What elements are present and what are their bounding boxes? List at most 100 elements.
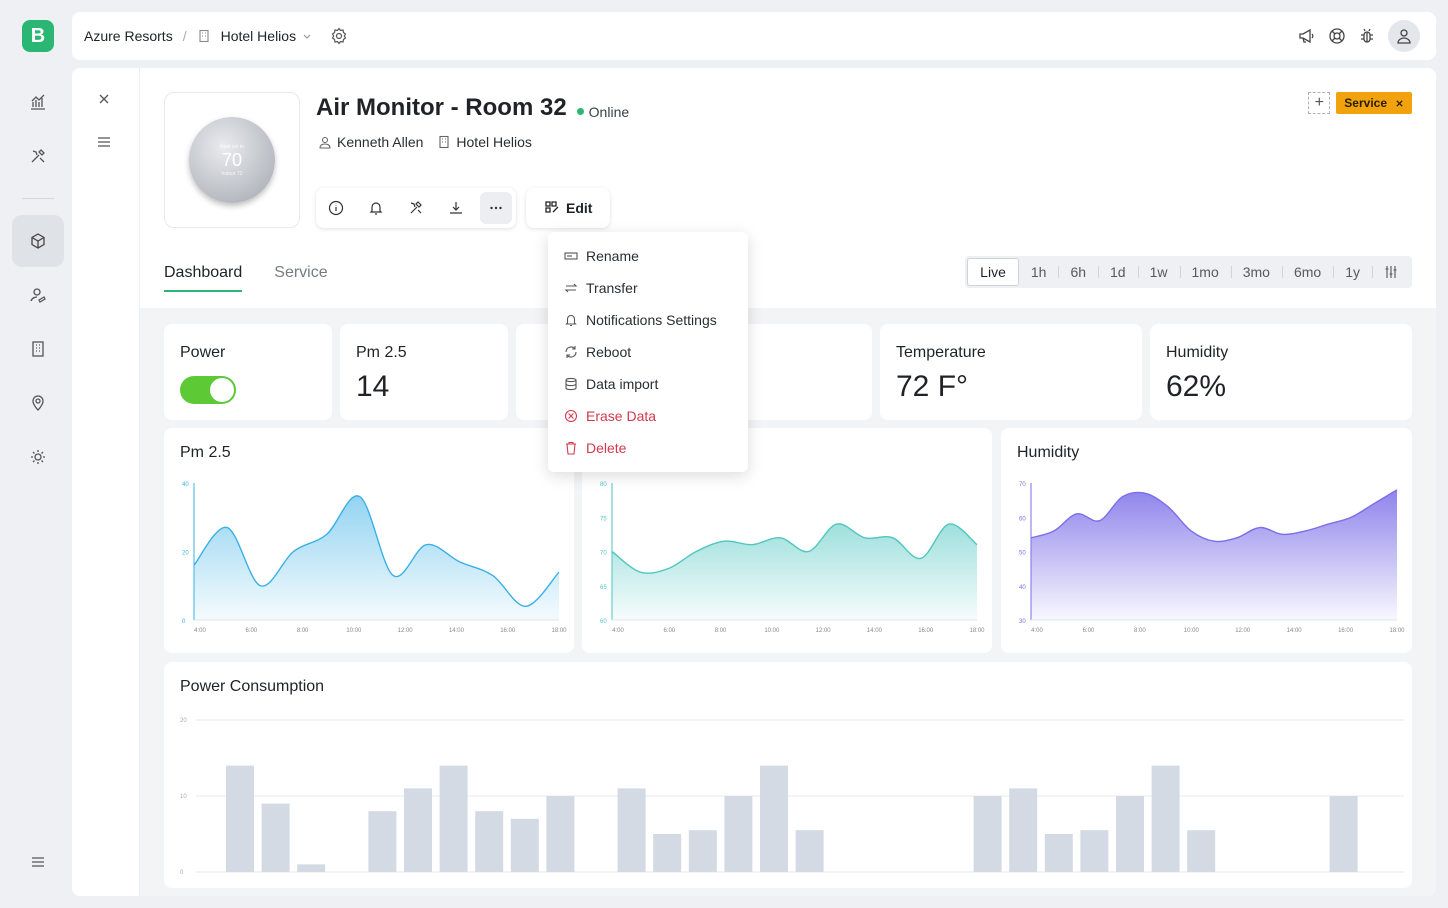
x-tick-label: 4:00 — [1031, 628, 1043, 634]
x-tick-label: 4:00 — [612, 628, 624, 634]
device-owner[interactable]: Kenneth Allen — [318, 134, 423, 150]
x-tick-label: 6:00 — [1083, 628, 1095, 634]
bar — [653, 834, 682, 872]
chevron-down-icon[interactable] — [302, 31, 312, 41]
y-tick-label: 20 — [182, 551, 189, 557]
y-tick-label: 80 — [600, 482, 607, 488]
menu-item-delete[interactable]: Delete — [548, 432, 748, 464]
y-tick-label: 65 — [600, 585, 607, 591]
pm-value: 14 — [356, 370, 390, 403]
area-fill — [612, 523, 977, 620]
range-live[interactable]: Live — [967, 258, 1019, 286]
y-tick-label: 0 — [180, 870, 184, 876]
area-chart-svg: 30 40 50 60 70 4:00 6:00 8:00 10:00 12:00 14:00 16:… — [1019, 482, 1405, 634]
tools-icon[interactable] — [400, 192, 432, 224]
main-panel: Heat set to 70 Indoor 72 Air Monitor - R… — [72, 68, 1436, 896]
bug-icon[interactable] — [1358, 27, 1376, 45]
help-icon[interactable] — [1328, 27, 1346, 45]
analytics-icon[interactable] — [12, 76, 64, 128]
breadcrumb-property[interactable]: Hotel Helios — [221, 28, 296, 44]
settings-sliders-icon[interactable] — [1372, 258, 1410, 286]
bar — [439, 765, 468, 872]
x-tick-label: 18:00 — [551, 628, 567, 634]
add-tag-button[interactable]: + — [1308, 92, 1331, 114]
power-card: Power — [164, 324, 332, 420]
tag-area: + Service — [1308, 92, 1412, 114]
menu-item-notifications[interactable]: Notifications Settings — [548, 304, 748, 336]
power-label: Power — [180, 344, 226, 361]
location-icon[interactable] — [12, 377, 64, 429]
database-icon — [565, 377, 577, 391]
bar — [1116, 796, 1144, 872]
device-location[interactable]: Hotel Helios — [437, 134, 532, 150]
range-1h[interactable]: 1h — [1019, 258, 1059, 286]
service-tag[interactable]: Service — [1336, 92, 1412, 114]
more-actions-menu: Rename Transfer Notifications Settings R… — [548, 232, 748, 472]
menu-item-erase-data[interactable]: Erase Data — [548, 400, 748, 432]
trash-icon — [566, 441, 576, 455]
pm-label: Pm 2.5 — [356, 344, 407, 361]
y-tick-label: 40 — [182, 482, 189, 488]
list-icon[interactable] — [97, 135, 111, 149]
device-title: Air Monitor - Room 32 — [316, 94, 567, 121]
range-6mo[interactable]: 6mo — [1281, 258, 1333, 286]
tab-dashboard[interactable]: Dashboard — [164, 264, 243, 292]
thermostat-image: Heat set to 70 Indoor 72 — [189, 117, 275, 203]
bar — [546, 796, 575, 872]
megaphone-icon[interactable] — [1298, 27, 1316, 45]
devices-icon[interactable] — [12, 215, 64, 267]
range-6h[interactable]: 6h — [1058, 258, 1098, 286]
menu-item-transfer[interactable]: Transfer — [548, 272, 748, 304]
bar — [973, 796, 1002, 872]
menu-item-rename[interactable]: Rename — [548, 240, 748, 272]
building-icon[interactable] — [12, 323, 64, 375]
x-tick-label: 10:00 — [1184, 628, 1200, 634]
x-tick-label: 18:00 — [969, 628, 985, 634]
close-icon[interactable] — [97, 92, 111, 106]
range-1y[interactable]: 1y — [1333, 258, 1372, 286]
y-tick-label: 20 — [180, 718, 187, 724]
menu-item-reboot[interactable]: Reboot — [548, 336, 748, 368]
range-3mo[interactable]: 3mo — [1230, 258, 1282, 286]
range-1w[interactable]: 1w — [1137, 258, 1180, 286]
top-bar: Azure Resorts / Hotel Helios — [72, 12, 1436, 60]
x-tick-label: 8:00 — [297, 628, 309, 634]
weather-icon[interactable] — [12, 431, 64, 483]
menu-item-data-import[interactable]: Data import — [548, 368, 748, 400]
download-icon[interactable] — [440, 192, 472, 224]
edit-button[interactable]: Edit — [526, 188, 611, 228]
tab-service[interactable]: Service — [274, 264, 327, 292]
y-tick-label: 50 — [1019, 551, 1026, 557]
breadcrumb: Azure Resorts / Hotel Helios — [84, 12, 348, 60]
tools-icon[interactable] — [12, 130, 64, 182]
app-logo[interactable]: B — [22, 20, 54, 52]
range-1d[interactable]: 1d — [1098, 258, 1138, 286]
info-icon[interactable] — [320, 192, 352, 224]
x-tick-label: 14:00 — [449, 628, 465, 634]
gear-icon[interactable] — [330, 27, 348, 45]
menu-icon[interactable] — [12, 836, 64, 888]
bar — [688, 830, 717, 872]
status-dot — [576, 108, 584, 115]
bar — [1187, 830, 1216, 872]
device-thumbnail: Heat set to 70 Indoor 72 — [164, 92, 300, 228]
refresh-icon — [565, 346, 577, 358]
bell-icon[interactable] — [360, 192, 392, 224]
service-icon[interactable] — [12, 269, 64, 321]
x-tick-label: 6:00 — [245, 628, 257, 634]
avatar[interactable] — [1388, 20, 1420, 52]
y-tick-label: 10 — [180, 794, 187, 800]
y-tick-label: 40 — [1019, 585, 1026, 591]
x-tick-label: 10:00 — [346, 628, 362, 634]
action-icon-bar — [316, 188, 516, 228]
more-icon[interactable] — [480, 192, 512, 224]
x-tick-label: 12:00 — [398, 628, 414, 634]
breadcrumb-org[interactable]: Azure Resorts — [84, 28, 173, 44]
bar — [1044, 834, 1073, 872]
temperature-label: Temperature — [896, 344, 986, 361]
humidity-value: 62% — [1166, 370, 1227, 403]
humidity-chart-card: Humidity 30 40 50 60 70 4:00 6:00 8:00 10:00 12:0… — [1001, 428, 1412, 653]
area-chart-svg: 0 20 40 4:00 6:00 8:00 10:00 12:00 14:00 16:00 18:… — [182, 482, 567, 634]
range-1mo[interactable]: 1mo — [1179, 258, 1231, 286]
power-toggle[interactable] — [180, 376, 236, 404]
